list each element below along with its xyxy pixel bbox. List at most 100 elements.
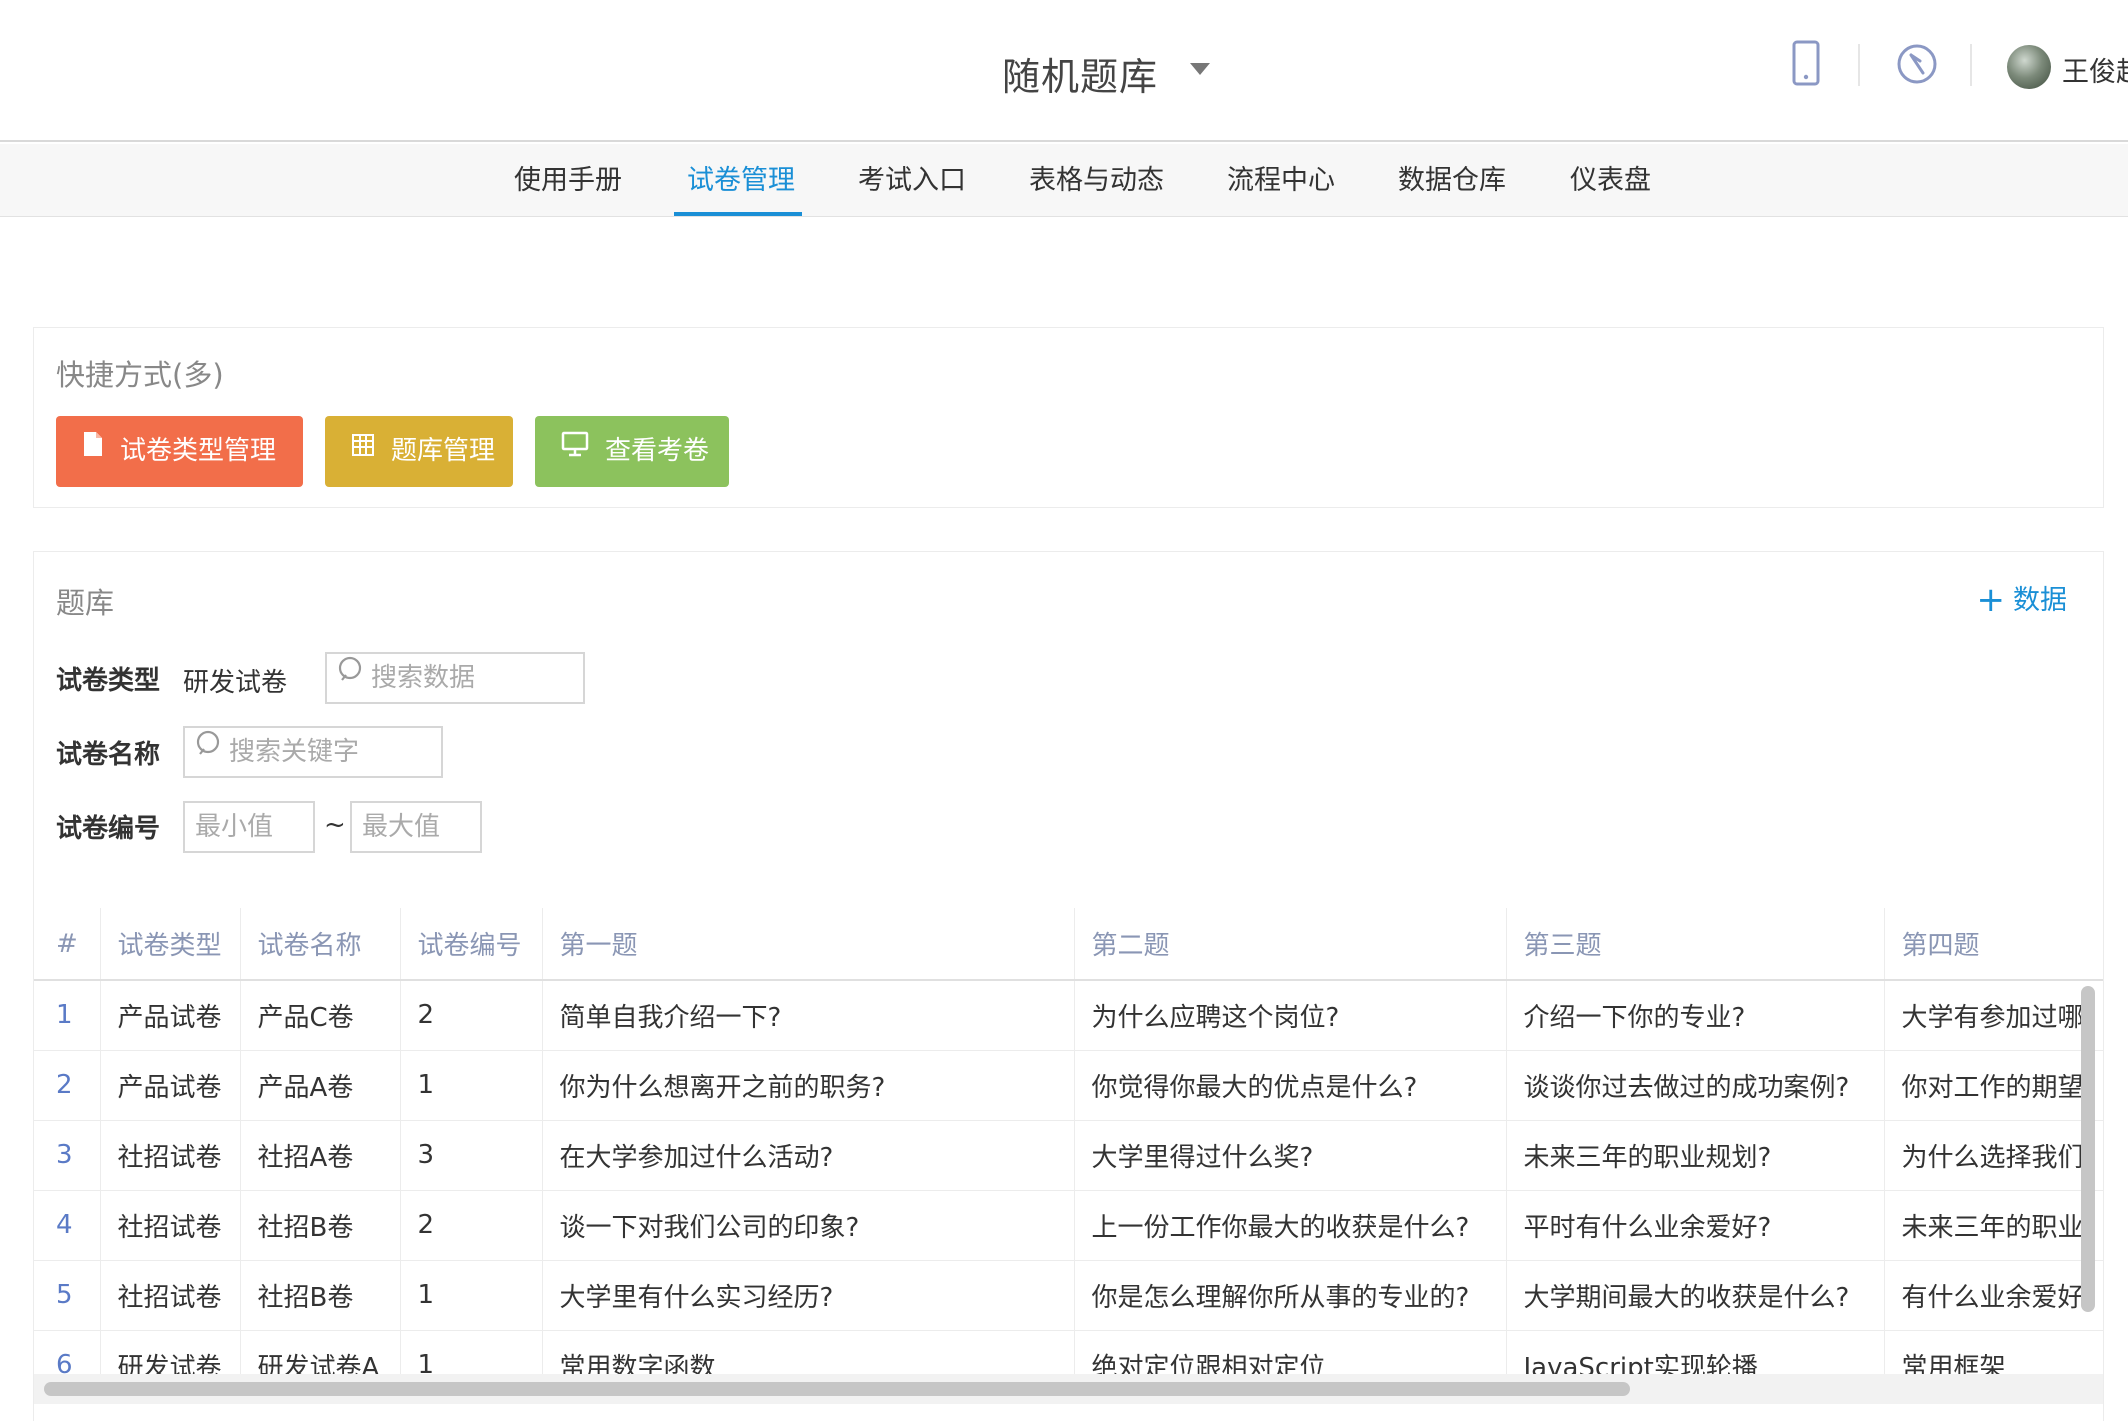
nav-item-exam-management[interactable]: 试卷管理 [687,144,795,217]
nav-item-data-warehouse[interactable]: 数据仓库 [1398,144,1506,217]
question-table: # 试卷类型 试卷名称 试卷编号 第一题 第二题 第三题 第四题 1 产品试卷 … [34,908,2103,1401]
table-cell: 你觉得你最大的优点是什么? [1074,1050,1507,1121]
nav-item-tables[interactable]: 表格与动态 [1029,144,1164,217]
table-cell: 介绍一下你的专业? [1506,980,1885,1051]
table-row[interactable]: 5 社招试卷 社招B卷 1 大学里有什么实习经历? 你是怎么理解你所从事的专业的… [34,1260,2103,1331]
compass-icon[interactable] [1896,43,1938,89]
nav-item-exam-entry[interactable]: 考试入口 [858,144,966,217]
column-header[interactable]: 试卷名称 [240,908,401,981]
column-header[interactable]: 第二题 [1074,908,1507,981]
top-header: 随机题库 王俊超 [0,0,2128,142]
avatar[interactable] [2007,45,2051,89]
nav-item-dashboard[interactable]: 仪表盘 [1570,144,1651,217]
table-cell: 产品A卷 [240,1050,401,1121]
nav-item-manual[interactable]: 使用手册 [514,144,622,217]
table-cell: 谈谈你过去做过的成功案例? [1506,1050,1885,1121]
table-row[interactable]: 4 社招试卷 社招B卷 2 谈一下对我们公司的印象? 上一份工作你最大的收获是什… [34,1190,2103,1261]
table-cell: 为什么应聘这个岗位? [1074,980,1507,1051]
view-exams-label: 查看考卷 [605,436,710,466]
min-value-input[interactable]: 最小值 [183,801,315,853]
row-index: 1 [34,980,101,1051]
table-row[interactable]: 3 社招试卷 社招A卷 3 在大学参加过什么活动? 大学里得过什么奖? 未来三年… [34,1120,2103,1191]
user-name[interactable]: 王俊超 [2062,50,2128,89]
plus-icon: + [1976,580,2006,620]
add-data-label: 数据 [2013,585,2067,616]
file-icon [82,414,104,485]
question-bank-panel: 题库 + 数据 试卷类型 研发试卷 搜索数据 试卷名称 搜索关键字 试卷编号 最小… [33,551,2104,1421]
add-data-button[interactable]: + 数据 [1977,578,2068,620]
filter-type-label: 试卷类型 [56,666,161,696]
table-cell: 大学里有什么实习经历? [542,1260,1075,1331]
column-header[interactable]: 第三题 [1506,908,1885,981]
vertical-scrollbar[interactable] [2081,986,2095,1312]
table-cell: 2 [400,980,543,1051]
chevron-down-icon[interactable] [1190,63,1210,75]
row-index: 5 [34,1260,101,1331]
table-cell: 产品试卷 [100,980,241,1051]
table-cell: 你是怎么理解你所从事的专业的? [1074,1260,1507,1331]
row-index: 4 [34,1190,101,1261]
table-cell: 社招试卷 [100,1260,241,1331]
table-cell: 你为什么想离开之前的职务? [542,1050,1075,1121]
horizontal-scrollbar[interactable] [44,1382,1630,1396]
table-cell: 社招试卷 [100,1120,241,1191]
range-separator: ~ [324,810,346,840]
filter-type-value[interactable]: 研发试卷 [183,662,287,699]
shortcuts-panel: 快捷方式(多) 试卷类型管理 题库管理 查看考卷 [33,327,2104,508]
table-cell: 大学有参加过哪 [1884,980,2103,1051]
column-header[interactable]: # [34,908,101,981]
view-exams-button[interactable]: 查看考卷 [535,416,729,487]
name-search-placeholder: 搜索关键字 [229,737,360,767]
app-title[interactable]: 随机题库 [1002,46,1158,101]
exam-type-management-button[interactable]: 试卷类型管理 [56,416,303,487]
table-cell: 未来三年的职业 [1884,1190,2103,1261]
table-row[interactable]: 1 产品试卷 产品C卷 2 简单自我介绍一下? 为什么应聘这个岗位? 介绍一下你… [34,980,2103,1051]
question-bank-management-button[interactable]: 题库管理 [325,416,513,487]
table-cell: 简单自我介绍一下? [542,980,1075,1051]
table-cell: 谈一下对我们公司的印象? [542,1190,1075,1261]
table-cell: 有什么业余爱好 [1884,1260,2103,1331]
question-table-viewport: # 试卷类型 试卷名称 试卷编号 第一题 第二题 第三题 第四题 1 产品试卷 … [34,908,2103,1415]
main-nav: 使用手册 试卷管理 考试入口 表格与动态 流程中心 数据仓库 仪表盘 [0,144,2128,217]
column-header[interactable]: 试卷编号 [400,908,543,981]
shortcuts-title: 快捷方式(多) [56,358,224,392]
column-header[interactable]: 第四题 [1884,908,2103,981]
max-value-input[interactable]: 最大值 [350,801,482,853]
row-index: 3 [34,1120,101,1191]
question-bank-title: 题库 [56,586,115,620]
table-cell: 1 [400,1050,543,1121]
table-cell: 你对工作的期望 [1884,1050,2103,1121]
min-value-placeholder: 最小值 [195,812,274,842]
header-divider [1858,44,1860,86]
column-header[interactable]: 试卷类型 [100,908,241,981]
table-cell: 未来三年的职业规划? [1506,1120,1885,1191]
table-cell: 为什么选择我们 [1884,1120,2103,1191]
table-cell: 3 [400,1120,543,1191]
table-row[interactable]: 2 产品试卷 产品A卷 1 你为什么想离开之前的职务? 你觉得你最大的优点是什么… [34,1050,2103,1121]
column-header[interactable]: 第一题 [542,908,1075,981]
search-icon [337,653,367,701]
max-value-placeholder: 最大值 [362,812,441,842]
search-icon [195,727,225,775]
table-header-row: # 试卷类型 试卷名称 试卷编号 第一题 第二题 第三题 第四题 [34,908,2103,981]
filter-number-label: 试卷编号 [56,814,161,844]
nav-item-process-center[interactable]: 流程中心 [1227,144,1335,217]
table-cell: 社招A卷 [240,1120,401,1191]
table-cell: 平时有什么业余爱好? [1506,1190,1885,1261]
table-cell: 社招B卷 [240,1260,401,1331]
type-search-placeholder: 搜索数据 [371,663,476,693]
table-cell: 1 [400,1260,543,1331]
row-index: 2 [34,1050,101,1121]
table-cell: 产品C卷 [240,980,401,1051]
table-cell: 社招试卷 [100,1190,241,1261]
name-search-input[interactable]: 搜索关键字 [183,726,443,778]
exam-type-management-label: 试卷类型管理 [120,436,277,466]
mobile-icon[interactable] [1792,40,1820,90]
type-search-input[interactable]: 搜索数据 [325,652,585,704]
table-cell: 上一份工作你最大的收获是什么? [1074,1190,1507,1261]
table-cell: 社招B卷 [240,1190,401,1261]
active-tab-indicator [674,212,802,216]
table-cell: 大学期间最大的收获是什么? [1506,1260,1885,1331]
table-cell: 在大学参加过什么活动? [542,1120,1075,1191]
table-cell: 产品试卷 [100,1050,241,1121]
